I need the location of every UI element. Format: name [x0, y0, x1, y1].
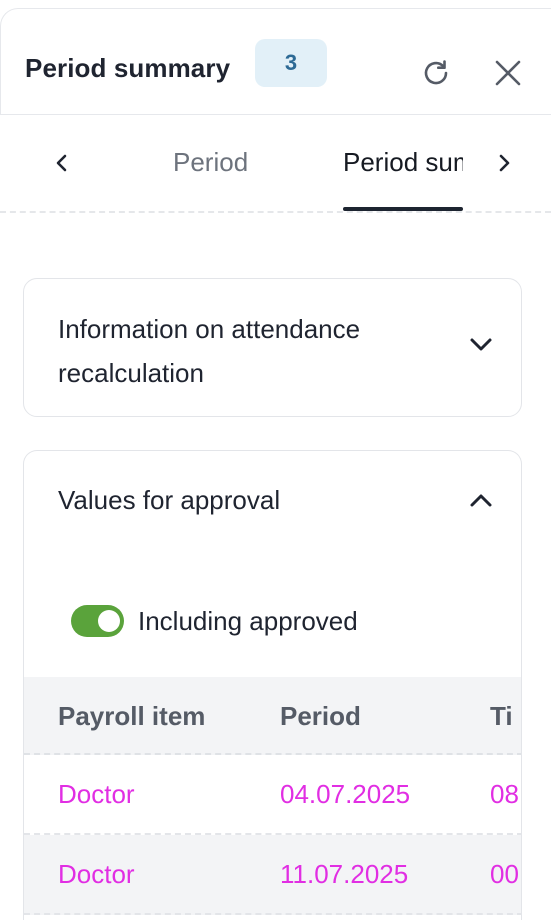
tab-period-summary[interactable]: Period summary — [343, 115, 463, 211]
cell-payroll-item: Doctor — [58, 779, 135, 809]
cell-period: 11.07.2025 — [280, 859, 409, 889]
toggle-label: Including approved — [138, 606, 358, 636]
chevron-up-icon[interactable] — [464, 483, 498, 517]
panel-header: Period summary 3 — [0, 8, 551, 115]
cell-time: 08 — [490, 779, 519, 809]
attendance-recalculation-section[interactable]: Information on attendance recalculation — [23, 278, 522, 417]
table-row[interactable]: Doctor 11.07.2025 00 — [24, 835, 521, 915]
table-row[interactable]: Doctor 04.07.2025 08 — [24, 755, 521, 835]
tab-scroll-right-icon[interactable] — [484, 143, 524, 183]
column-header[interactable]: Payroll item — [58, 701, 205, 732]
toggle-knob — [98, 610, 120, 632]
close-icon[interactable] — [486, 51, 530, 95]
cell-time: 00 — [490, 859, 519, 889]
tab-period[interactable]: Period — [173, 147, 248, 178]
section-title: Values for approval — [58, 485, 281, 515]
chevron-down-icon[interactable] — [464, 327, 498, 361]
tab-bar: Period Period summary — [0, 115, 551, 213]
table-header: Payroll item Period Ti — [24, 677, 521, 755]
column-header[interactable]: Period — [280, 701, 361, 732]
tab-period-summary-label: Period summary — [343, 147, 463, 177]
values-for-approval-section: Values for approval Including approved P… — [23, 450, 522, 920]
count-badge: 3 — [255, 39, 327, 87]
refresh-icon[interactable] — [414, 51, 458, 95]
approval-table: Payroll item Period Ti Doctor 04.07.2025… — [24, 677, 521, 915]
tab-scroll-left-icon[interactable] — [42, 143, 82, 183]
section-title: Information on attendance recalculation — [58, 314, 361, 388]
panel-title: Period summary — [25, 53, 231, 83]
cell-period: 04.07.2025 — [280, 779, 411, 809]
including-approved-toggle[interactable] — [71, 605, 124, 637]
cell-payroll-item: Doctor — [58, 859, 135, 889]
active-tab-indicator — [343, 207, 463, 211]
column-header[interactable]: Ti — [490, 701, 513, 732]
